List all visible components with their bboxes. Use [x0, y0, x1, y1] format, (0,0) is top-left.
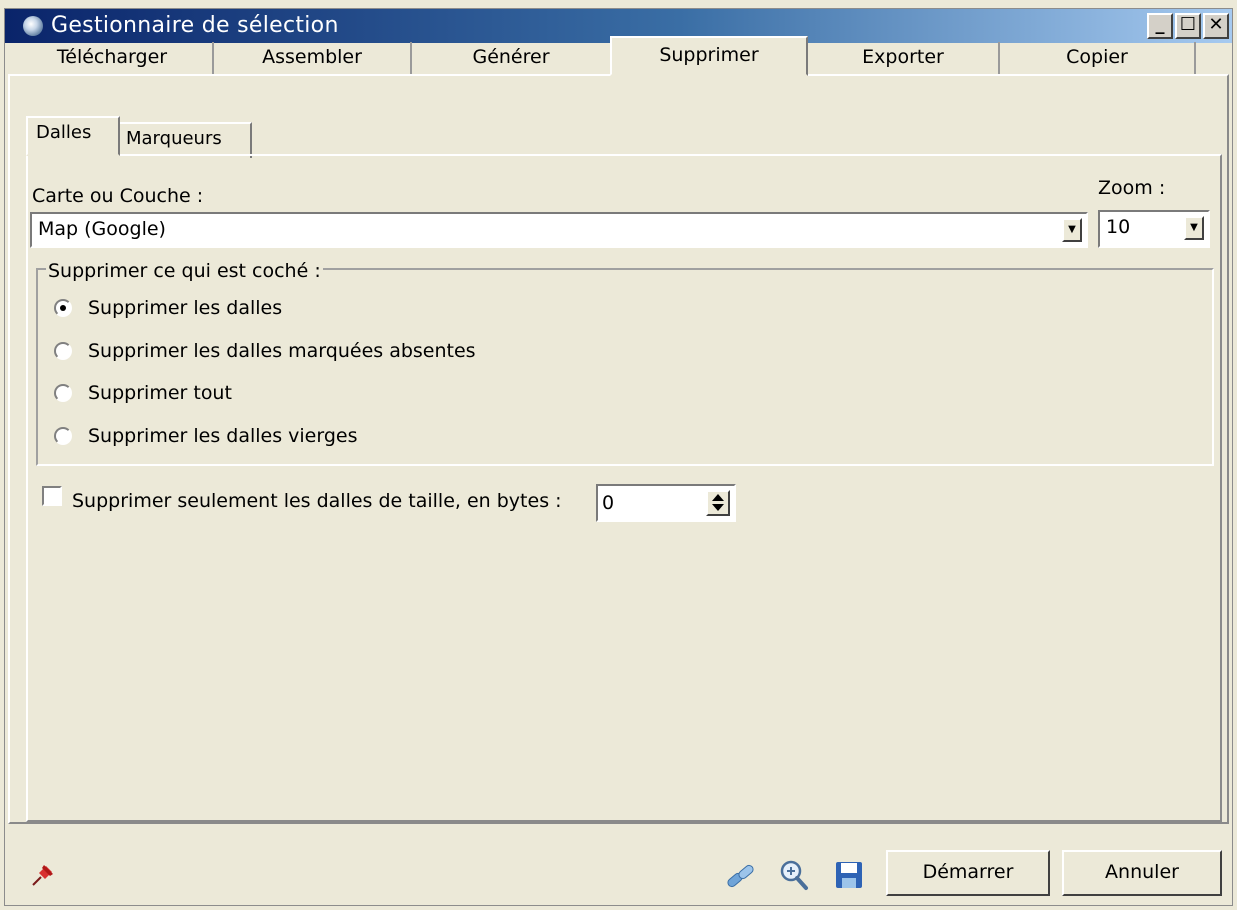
radio-label: Supprimer les dalles marquées absentes [88, 340, 476, 362]
app-globe-icon [23, 16, 43, 36]
map-combo[interactable]: Map (Google) ▼ [30, 212, 1088, 248]
radio-button[interactable] [54, 342, 72, 360]
map-label: Carte ou Couche : [32, 185, 204, 207]
zoom-combo[interactable]: 10 ▼ [1098, 210, 1210, 248]
save-icon[interactable] [834, 860, 864, 890]
radio-button[interactable] [54, 299, 72, 317]
tab-exporter[interactable]: Exporter [808, 42, 1000, 74]
tab-supprimer[interactable]: Supprimer [610, 36, 808, 76]
start-button[interactable]: Démarrer [886, 850, 1050, 896]
subtab-marqueurs[interactable]: Marqueurs [118, 122, 252, 158]
size-spinner-value: 0 [602, 492, 615, 514]
tab-telecharger[interactable]: Télécharger [12, 42, 214, 74]
size-filter-label: Supprimer seulement les dalles de taille… [72, 490, 562, 512]
zoom-combo-value: 10 [1106, 216, 1131, 238]
radio-label: Supprimer les dalles vierges [88, 425, 358, 447]
radio-label: Supprimer les dalles [88, 297, 283, 319]
pin-icon[interactable] [30, 862, 56, 888]
size-spinner[interactable]: 0 [596, 484, 736, 522]
zoom-dropdown-arrow-icon[interactable]: ▼ [1184, 216, 1204, 240]
main-tab-strip: Télécharger Assembler Générer Supprimer … [6, 36, 1229, 76]
radio-button[interactable] [54, 384, 72, 402]
cancel-button[interactable]: Annuler [1062, 850, 1222, 896]
zoom-label: Zoom : [1098, 177, 1166, 199]
spinner-arrows-icon[interactable] [706, 490, 730, 516]
tab-copier[interactable]: Copier [1000, 42, 1196, 74]
radio-label: Supprimer tout [88, 382, 232, 404]
radio-button[interactable] [54, 427, 72, 445]
tab-assembler[interactable]: Assembler [214, 42, 412, 74]
map-combo-value: Map (Google) [38, 218, 166, 240]
link-icon[interactable] [724, 860, 758, 892]
tab-generer[interactable]: Générer [412, 42, 612, 74]
window-title: Gestionnaire de sélection [51, 13, 339, 38]
map-dropdown-arrow-icon[interactable]: ▼ [1062, 218, 1082, 242]
delete-options-legend: Supprimer ce qui est coché : [46, 260, 323, 282]
zoom-icon[interactable] [778, 858, 810, 892]
size-filter-checkbox[interactable] [42, 486, 62, 506]
subtab-dalles[interactable]: Dalles [26, 116, 120, 156]
